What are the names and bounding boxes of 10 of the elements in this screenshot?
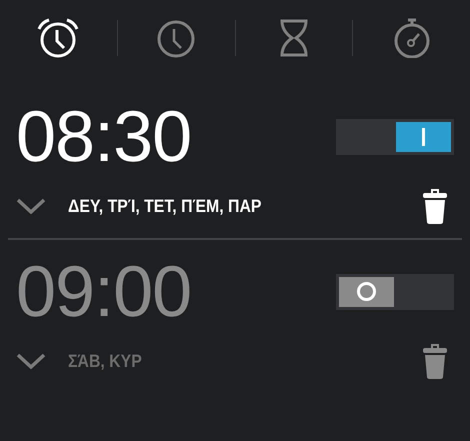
chevron-down-icon[interactable] bbox=[16, 353, 46, 369]
trash-icon[interactable] bbox=[422, 187, 448, 225]
repeat-days: ΣΆΒ, ΚΥΡ bbox=[68, 350, 380, 372]
toggle-switch[interactable] bbox=[336, 274, 454, 310]
alarm-time[interactable]: 09:00 bbox=[16, 256, 192, 328]
toggle-switch[interactable] bbox=[336, 118, 454, 154]
chevron-down-icon[interactable] bbox=[16, 198, 46, 214]
alarm-time[interactable]: 08:30 bbox=[16, 100, 192, 172]
repeat-days: ΔΕΥ, ΤΡΊ, ΤΕΤ, ΠΈΜ, ΠΑΡ bbox=[68, 196, 380, 216]
alarm-clock-icon bbox=[36, 18, 80, 58]
